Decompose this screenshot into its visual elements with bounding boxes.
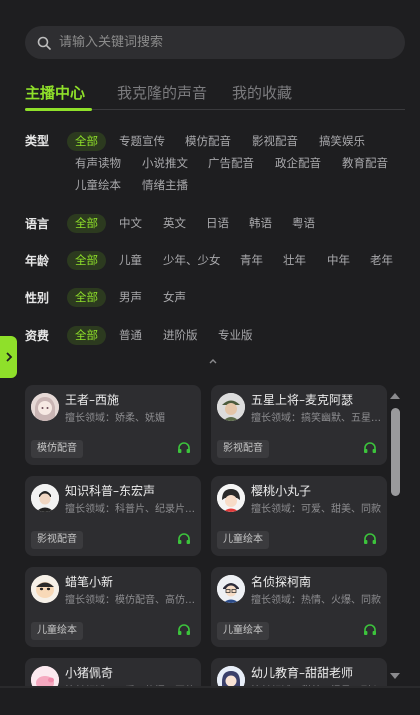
type-option[interactable]: 影视配音 <box>244 132 306 151</box>
voice-name: 幼儿教育–甜甜老师 <box>251 666 354 680</box>
voice-name: 五星上将–麦克阿瑟 <box>251 393 354 407</box>
age-option[interactable]: 壮年 <box>275 251 314 270</box>
age-option[interactable]: 儿童 <box>111 251 150 270</box>
shinchan-avatar <box>31 575 59 603</box>
voice-description: 擅长领域：模仿配音、高仿… <box>65 595 195 606</box>
voice-name: 蜡笔小新 <box>65 575 114 589</box>
tab-my-favorites[interactable]: 我的收藏 <box>232 82 292 103</box>
voice-name: 王者–西施 <box>65 393 120 407</box>
voice-card[interactable]: 王者–西施 擅长领域：娇柔、妩媚 模仿配音 <box>25 385 201 465</box>
voice-category-tag: 儿童绘本 <box>217 531 269 549</box>
active-tab-indicator <box>25 108 92 111</box>
tab-anchor-center[interactable]: 主播中心 <box>25 82 85 103</box>
tier-option[interactable]: 进阶版 <box>155 326 206 345</box>
type-option[interactable]: 儿童绘本 <box>67 176 129 195</box>
sidebar-expand-handle[interactable] <box>0 336 17 378</box>
language-option[interactable]: 中文 <box>111 214 150 233</box>
type-option[interactable]: 政企配音 <box>267 154 329 173</box>
headphones-icon[interactable] <box>177 533 191 545</box>
tab-bar: 主播中心 我克隆的声音 我的收藏 <box>25 78 405 111</box>
filter-label-gender: 性别 <box>25 291 50 305</box>
voice-name: 樱桃小丸子 <box>251 484 312 498</box>
language-option[interactable]: 粤语 <box>284 214 323 233</box>
tab-my-cloned-voices[interactable]: 我克隆的声音 <box>117 82 207 103</box>
voice-card[interactable]: 名侦探柯南 擅长领域：热情、火爆、同款 儿童绘本 <box>211 567 387 647</box>
card-list-scrollbar[interactable] <box>387 388 403 688</box>
headphones-icon[interactable] <box>177 624 191 636</box>
search-icon <box>37 36 51 50</box>
voice-category-tag: 儿童绘本 <box>31 622 83 640</box>
age-option[interactable]: 少年、少女 <box>155 251 229 270</box>
voice-name: 知识科普–东宏声 <box>65 484 156 498</box>
chevron-right-icon <box>5 352 12 362</box>
headphones-icon[interactable] <box>363 533 377 545</box>
voice-description: 擅长领域：科普片、纪录片… <box>65 504 195 515</box>
gender-option[interactable]: 女声 <box>155 288 194 307</box>
search-input[interactable] <box>59 35 379 50</box>
type-option[interactable]: 有声读物 <box>67 154 129 173</box>
type-option[interactable]: 广告配音 <box>200 154 262 173</box>
man-avatar <box>31 484 59 512</box>
type-option[interactable]: 专题宣传 <box>111 132 173 151</box>
headphones-icon[interactable] <box>363 442 377 454</box>
tier-option[interactable]: 普通 <box>111 326 150 345</box>
bottom-area <box>0 688 420 715</box>
type-option[interactable]: 搞笑娱乐 <box>311 132 373 151</box>
type-option[interactable]: 全部 <box>67 132 106 151</box>
language-option[interactable]: 全部 <box>67 214 106 233</box>
voice-description: 擅长领域：搞笑幽默、五星… <box>251 413 381 424</box>
age-option[interactable]: 全部 <box>67 251 106 270</box>
conan-avatar <box>217 575 245 603</box>
voice-category-tag: 儿童绘本 <box>217 622 269 640</box>
general-avatar <box>217 393 245 421</box>
age-option[interactable]: 中年 <box>319 251 358 270</box>
scroll-down-arrow-icon[interactable] <box>389 672 401 680</box>
headphones-icon[interactable] <box>363 624 377 636</box>
age-option[interactable]: 青年 <box>232 251 271 270</box>
language-option[interactable]: 韩语 <box>241 214 280 233</box>
voice-card[interactable]: 五星上将–麦克阿瑟 擅长领域：搞笑幽默、五星… 影视配音 <box>211 385 387 465</box>
language-option[interactable]: 英文 <box>155 214 194 233</box>
voice-description: 擅长领域：可爱、甜美、同款 <box>251 504 381 515</box>
voice-description: 擅长领域：娇柔、妩媚 <box>65 413 165 424</box>
voice-name: 名侦探柯南 <box>251 575 312 589</box>
filter-label-tier: 资费 <box>25 329 50 343</box>
gender-option[interactable]: 全部 <box>67 288 106 307</box>
voice-category-tag: 模仿配音 <box>31 440 83 458</box>
anime-girl-avatar <box>31 393 59 421</box>
type-option[interactable]: 情绪主播 <box>134 176 196 195</box>
filter-label-type: 类型 <box>25 134 50 148</box>
scroll-up-arrow-icon[interactable] <box>389 392 401 400</box>
search-bar[interactable] <box>25 26 405 59</box>
type-option[interactable]: 模仿配音 <box>177 132 239 151</box>
scrollbar-thumb[interactable] <box>391 408 400 496</box>
tier-option[interactable]: 专业版 <box>210 326 261 345</box>
maruko-avatar <box>217 484 245 512</box>
type-option[interactable]: 小说推文 <box>134 154 196 173</box>
voice-card[interactable]: 樱桃小丸子 擅长领域：可爱、甜美、同款 儿童绘本 <box>211 476 387 556</box>
chevron-up-icon[interactable] <box>208 357 218 365</box>
tier-option[interactable]: 全部 <box>67 326 106 345</box>
filter-label-language: 语言 <box>25 217 50 231</box>
filter-label-age: 年龄 <box>25 254 50 268</box>
type-option[interactable]: 教育配音 <box>334 154 396 173</box>
age-option[interactable]: 老年 <box>362 251 401 270</box>
voice-name: 小猪佩奇 <box>65 666 114 680</box>
headphones-icon[interactable] <box>177 442 191 454</box>
voice-category-tag: 影视配音 <box>31 531 83 549</box>
language-option[interactable]: 日语 <box>198 214 237 233</box>
voice-card[interactable]: 知识科普–东宏声 擅长领域：科普片、纪录片… 影视配音 <box>25 476 201 556</box>
bottom-divider <box>0 686 420 688</box>
gender-option[interactable]: 男声 <box>111 288 150 307</box>
voice-card[interactable]: 蜡笔小新 擅长领域：模仿配音、高仿… 儿童绘本 <box>25 567 201 647</box>
voice-category-tag: 影视配音 <box>217 440 269 458</box>
voice-description: 擅长领域：热情、火爆、同款 <box>251 595 381 606</box>
